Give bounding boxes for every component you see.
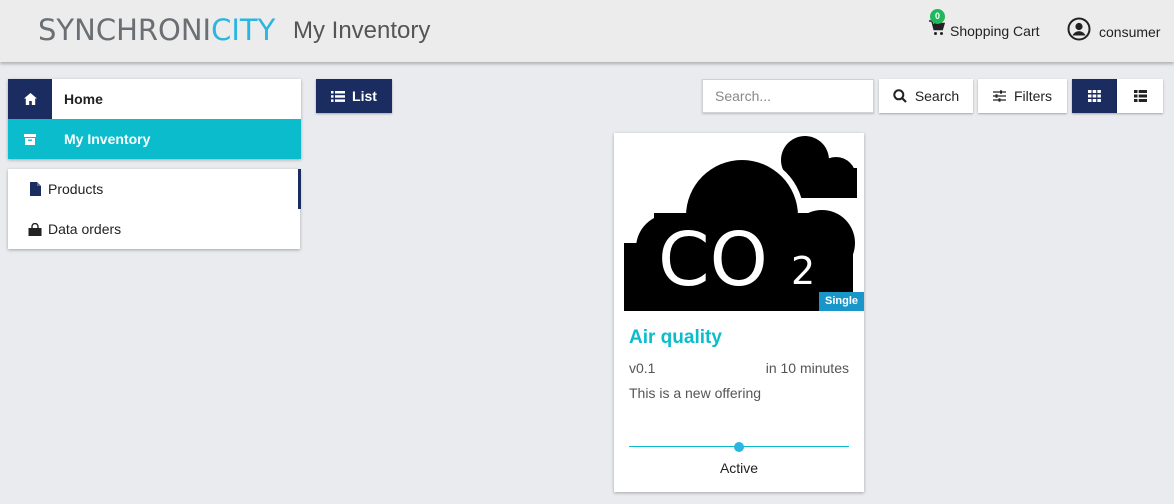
grid-view-button[interactable]	[1072, 79, 1117, 113]
product-description: This is a new offering	[629, 385, 762, 401]
list-icon	[331, 90, 346, 102]
status-label: Active	[719, 460, 759, 476]
page-title: My Inventory	[293, 17, 431, 44]
shopping-cart-link[interactable]: 0 Shopping Cart	[929, 9, 1040, 41]
sidebar-item-label: My Inventory	[64, 131, 151, 147]
product-time: in 10 minutes	[765, 360, 849, 376]
sidebar-item-my-inventory[interactable]: My Inventory	[8, 119, 301, 159]
th-list-icon	[1133, 90, 1147, 102]
home-icon	[8, 79, 52, 119]
list-button-label: List	[352, 88, 377, 104]
sidebar-item-home[interactable]: Home	[8, 79, 301, 119]
user-name: consumer	[1099, 23, 1161, 40]
product-card[interactable]: CO 2 Single Air quality v0.1 in 10 minut…	[614, 133, 864, 492]
cart-count-badge: 0	[930, 9, 945, 24]
product-title[interactable]: Air quality	[629, 327, 722, 349]
filters-button[interactable]: Filters	[978, 79, 1067, 113]
list-button[interactable]: List	[316, 79, 392, 113]
top-header: SYNCHRONICITY My Inventory 0 Shopping Ca…	[0, 0, 1174, 62]
sidebar-nav: Home My Inventory	[8, 79, 301, 159]
offering-type-badge: Single	[818, 292, 864, 311]
user-circle-icon	[1067, 17, 1091, 46]
shopping-cart-label: Shopping Cart	[950, 22, 1040, 39]
co2-subscript: 2	[791, 249, 815, 293]
synchronicity-logo[interactable]: SYNCHRONICITY	[38, 13, 275, 47]
sidebar-subitem-label: Data orders	[48, 221, 122, 237]
sliders-icon	[992, 90, 1006, 102]
search-input[interactable]	[702, 79, 874, 113]
sidebar-item-data-orders[interactable]: Data orders	[8, 209, 300, 249]
logo-text-gray: SYNCHRONI	[38, 13, 212, 47]
search-button[interactable]: Search	[879, 79, 973, 113]
product-image: CO 2	[614, 133, 864, 311]
search-icon	[893, 89, 907, 103]
sidebar-item-label: Home	[64, 91, 103, 107]
product-version: v0.1	[629, 360, 656, 376]
logo-text-blue: CITY	[211, 13, 276, 47]
filters-button-label: Filters	[1013, 88, 1053, 104]
sidebar-item-products[interactable]: Products	[8, 169, 301, 209]
status-indicator-dot	[734, 442, 744, 452]
user-menu[interactable]: consumer	[1067, 17, 1160, 46]
archive-icon	[8, 119, 52, 159]
sidebar-subitem-label: Products	[48, 181, 104, 197]
list-view-button[interactable]	[1117, 79, 1163, 113]
sidebar-subnav: Products Data orders	[8, 169, 301, 249]
co2-text: CO	[658, 217, 768, 303]
search-button-label: Search	[914, 88, 960, 104]
grid-icon	[1088, 90, 1101, 102]
shopping-bag-icon	[25, 222, 45, 236]
file-icon	[25, 182, 45, 196]
